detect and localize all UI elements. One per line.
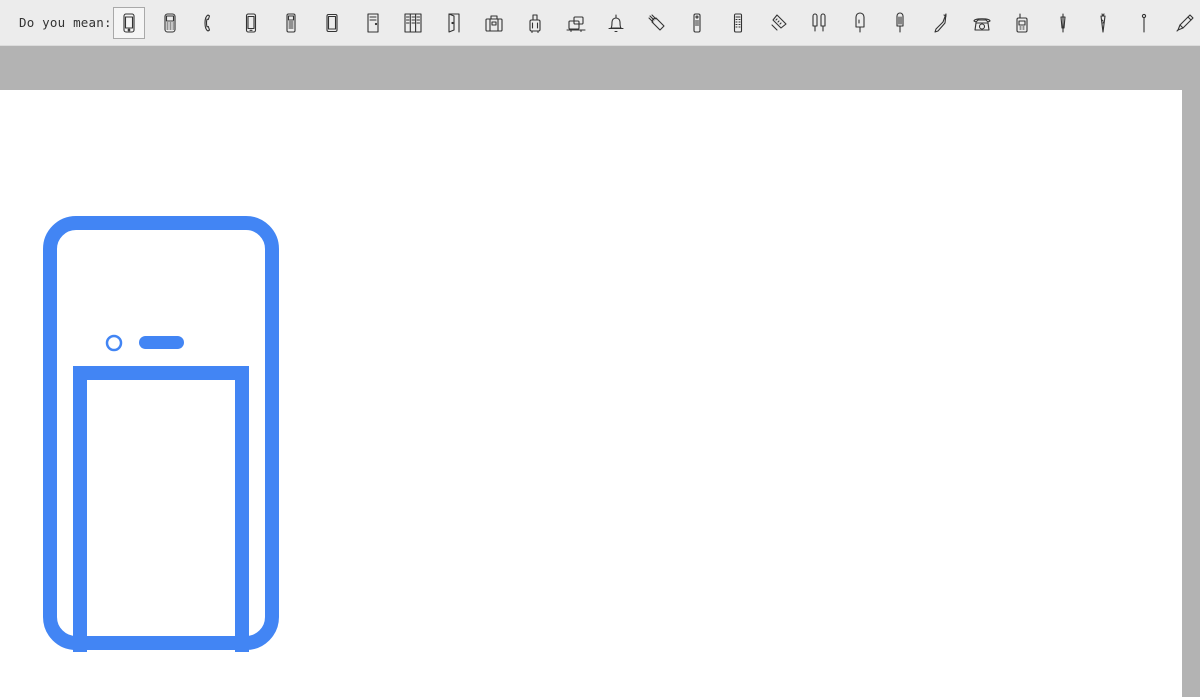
suggestion-bell-button[interactable] <box>600 7 632 39</box>
popsicle-icon <box>849 12 871 34</box>
suggestion-keypad-phone-button[interactable] <box>275 7 307 39</box>
suggestion-mobile-phone-button[interactable] <box>235 7 267 39</box>
smartphone-icon <box>43 216 279 652</box>
suggestion-walkie-talkie-button[interactable] <box>1006 7 1038 39</box>
suggestion-telephone-handset-button[interactable] <box>194 7 226 39</box>
suggestion-popsicle-twin-button[interactable] <box>803 7 835 39</box>
walkie-talkie-icon <box>1011 12 1033 34</box>
open-door-icon <box>443 12 465 34</box>
suggestion-ski-button[interactable] <box>925 7 957 39</box>
suggestion-open-door-button[interactable] <box>438 7 470 39</box>
carrot-pen-icon <box>1092 12 1114 34</box>
suggestion-carrot-pen-button[interactable] <box>1087 7 1119 39</box>
suggestion-feature-phone-button[interactable] <box>154 7 186 39</box>
pin-icon <box>1133 12 1155 34</box>
remote-control-icon <box>686 12 708 34</box>
suggestion-remote-control-button[interactable] <box>681 7 713 39</box>
suggestion-walkie-remote-button[interactable] <box>763 7 795 39</box>
tv-remote-icon <box>727 12 749 34</box>
keypad-phone-icon <box>280 12 302 34</box>
baggage-cart-icon <box>565 12 587 34</box>
smartphone-icon <box>118 12 140 34</box>
suggestion-door-button[interactable] <box>357 7 389 39</box>
suggestion-pencil-button[interactable] <box>1169 7 1200 39</box>
scroll-edge <box>1182 90 1200 697</box>
smartphone-preview-icon <box>43 216 279 652</box>
luggage-icon <box>483 12 505 34</box>
suggestion-smartphone-button[interactable] <box>113 7 145 39</box>
suggestion-pin-button[interactable] <box>1128 7 1160 39</box>
suggestion-ice-pop-button[interactable] <box>884 7 916 39</box>
suggestion-lockers-button[interactable] <box>397 7 429 39</box>
phone-camera <box>105 334 123 352</box>
mobile-phone-icon <box>240 12 262 34</box>
suggestion-flashlight-button[interactable] <box>641 7 673 39</box>
pencil-icon <box>1174 12 1196 34</box>
suggestion-luggage-button[interactable] <box>478 7 510 39</box>
phone-speaker <box>139 336 184 349</box>
ski-icon <box>930 12 952 34</box>
suggestion-baggage-cart-button[interactable] <box>560 7 592 39</box>
flashlight-icon <box>646 12 668 34</box>
popsicle-twin-icon <box>808 12 830 34</box>
rotary-telephone-icon <box>971 12 993 34</box>
pen-nib-icon <box>1052 12 1074 34</box>
door-icon <box>362 12 384 34</box>
telephone-handset-icon <box>199 12 221 34</box>
suggestion-label: Do you mean: <box>19 15 112 30</box>
rolling-suitcase-icon <box>524 12 546 34</box>
suggestion-pen-nib-button[interactable] <box>1047 7 1079 39</box>
tablet-phone-icon <box>321 12 343 34</box>
feature-phone-icon <box>159 12 181 34</box>
suggestion-popsicle-button[interactable] <box>844 7 876 39</box>
suggestion-rolling-suitcase-button[interactable] <box>519 7 551 39</box>
suggestion-tablet-phone-button[interactable] <box>316 7 348 39</box>
icon-canvas <box>0 90 1182 697</box>
lockers-icon <box>402 12 424 34</box>
suggestion-tv-remote-button[interactable] <box>722 7 754 39</box>
ice-pop-icon <box>889 12 911 34</box>
suggestion-bar: Do you mean: <box>0 0 1200 46</box>
suggestion-rotary-telephone-button[interactable] <box>966 7 998 39</box>
walkie-remote-icon <box>768 12 790 34</box>
bell-icon <box>605 12 627 34</box>
toolbar-spacer <box>0 46 1200 90</box>
phone-screen <box>73 366 249 652</box>
